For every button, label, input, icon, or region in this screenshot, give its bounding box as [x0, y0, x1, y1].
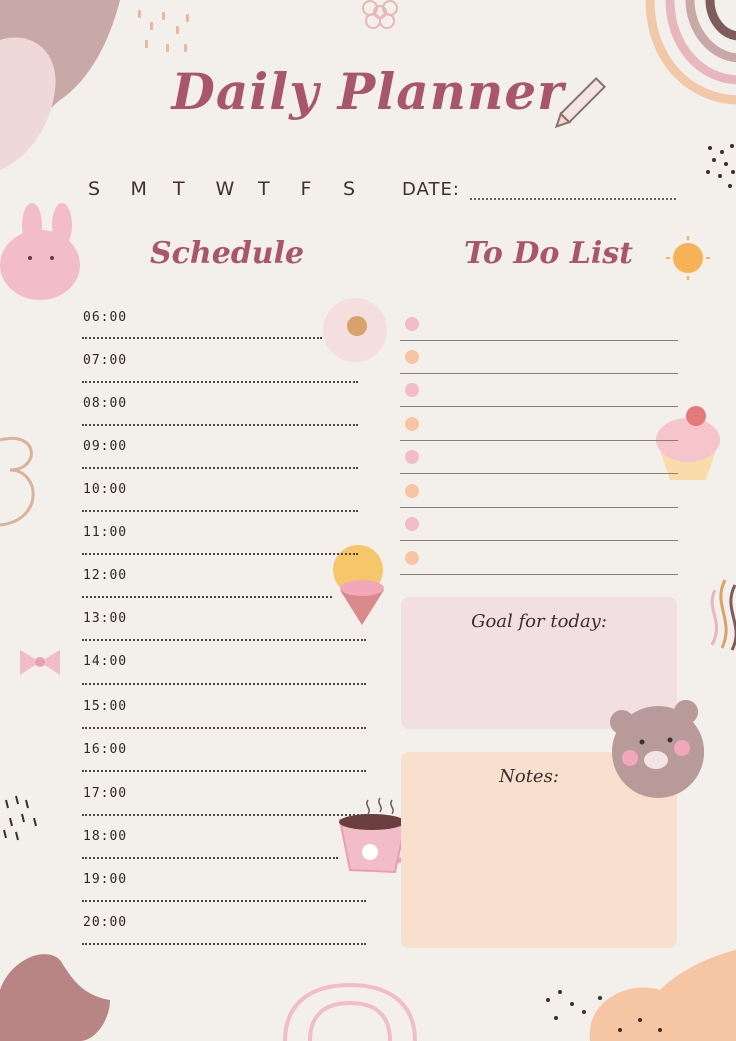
todo-heading: To Do List: [464, 236, 634, 271]
blob-bottom-left-icon: [0, 954, 110, 1041]
time-slot-line[interactable]: [82, 814, 366, 816]
time-slot-label: 16:00: [83, 742, 128, 757]
time-slot-label: 06:00: [83, 310, 128, 325]
time-slot-line[interactable]: [82, 337, 322, 339]
todo-line[interactable]: [400, 574, 678, 575]
squiggle-icon: [0, 436, 35, 527]
bow-icon: [20, 650, 60, 675]
todo-line[interactable]: [400, 473, 678, 474]
todo-line[interactable]: [400, 507, 678, 508]
time-slot-line[interactable]: [82, 381, 358, 383]
time-slot-label: 15:00: [83, 699, 128, 714]
notes-label: Notes:: [499, 766, 559, 787]
todo-bullet[interactable]: [405, 484, 419, 498]
flower-icon: [362, 0, 398, 29]
todo-line[interactable]: [400, 440, 678, 441]
weekday-sun[interactable]: S: [88, 178, 131, 200]
weekday-thu[interactable]: T: [258, 178, 301, 200]
time-slot-line[interactable]: [82, 553, 358, 555]
time-slot-line[interactable]: [82, 727, 366, 729]
arch-icon: [283, 982, 417, 1041]
time-slot-label: 11:00: [83, 525, 128, 540]
todo-bullet[interactable]: [405, 551, 419, 565]
todo-bullet[interactable]: [405, 417, 419, 431]
todo-line[interactable]: [400, 406, 678, 407]
donut-icon: [323, 298, 387, 362]
time-slot-label: 09:00: [83, 439, 128, 454]
time-slot-label: 18:00: [83, 829, 128, 844]
todo-bullet[interactable]: [405, 317, 419, 331]
wave-lines-icon: [710, 579, 736, 651]
time-slot-line[interactable]: [82, 424, 358, 426]
time-slot-label: 08:00: [83, 396, 128, 411]
todo-line[interactable]: [400, 540, 678, 541]
time-slot-label: 12:00: [83, 568, 128, 583]
goal-label: Goal for today:: [471, 611, 607, 632]
date-label: DATE:: [402, 179, 460, 200]
blob-bottom-right-icon: [589, 950, 736, 1041]
sun-icon: [666, 236, 710, 280]
time-slot-label: 14:00: [83, 654, 128, 669]
weekday-fri[interactable]: F: [301, 178, 344, 200]
time-slot-line[interactable]: [82, 467, 358, 469]
bunny-icon: [0, 203, 80, 300]
page-title: Daily Planner: [171, 62, 565, 121]
schedule-heading: Schedule: [150, 236, 305, 271]
weekday-wed[interactable]: W: [216, 178, 259, 200]
date-field[interactable]: [470, 198, 676, 200]
time-slot-line[interactable]: [82, 639, 366, 641]
time-slot-label: 20:00: [83, 915, 128, 930]
todo-bullet[interactable]: [405, 450, 419, 464]
weekday-mon[interactable]: M: [131, 178, 174, 200]
time-slot-label: 07:00: [83, 353, 128, 368]
planner-page: Daily Planner S M T W T F S DATE: Schedu…: [0, 0, 736, 1041]
time-slot-label: 19:00: [83, 872, 128, 887]
cupcake-icon: [656, 406, 720, 480]
weekday-selector: S M T W T F S: [88, 178, 386, 200]
time-slot-line[interactable]: [82, 596, 332, 598]
time-slot-line[interactable]: [82, 943, 366, 945]
time-slot-line[interactable]: [82, 683, 366, 685]
weekday-sat[interactable]: S: [343, 178, 386, 200]
todo-line[interactable]: [400, 373, 678, 374]
time-slot-label: 17:00: [83, 786, 128, 801]
time-slot-line[interactable]: [82, 770, 366, 772]
time-slot-line[interactable]: [82, 510, 358, 512]
tick-marks-icon: [3, 795, 37, 841]
todo-line[interactable]: [400, 340, 678, 341]
dots-cluster-icon: [706, 144, 735, 188]
time-slot-line[interactable]: [82, 900, 366, 902]
todo-bullet[interactable]: [405, 350, 419, 364]
todo-bullet[interactable]: [405, 517, 419, 531]
weekday-tue[interactable]: T: [173, 178, 216, 200]
time-slot-label: 10:00: [83, 482, 128, 497]
dots-pattern-icon: [138, 10, 189, 52]
time-slot-line[interactable]: [82, 857, 338, 859]
ice-cream-icon: [333, 545, 384, 625]
time-slot-label: 13:00: [83, 611, 128, 626]
todo-bullet[interactable]: [405, 383, 419, 397]
